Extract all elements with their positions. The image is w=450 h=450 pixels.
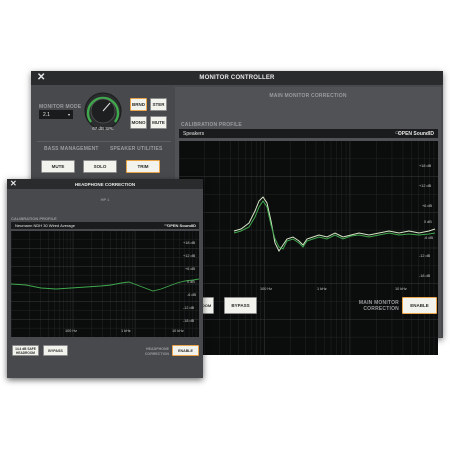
y-tick-label: +18 dB (419, 164, 432, 168)
calibration-profile-label: CALIBRATION PROFILE (181, 122, 242, 128)
hp-profile-value: Neumann NDH 30 Wired Average (15, 223, 75, 228)
window-title: MONITOR CONTROLLER (199, 75, 275, 81)
y-tick-label: -6 dB (424, 236, 434, 240)
utility-mute-button[interactable]: MUTE (41, 160, 75, 173)
headphone-correction-window: ✕ HEADPHONE CORRECTION HP 1 CALIBRATION … (7, 179, 203, 378)
knob-readout: 67 dB SPL (92, 126, 114, 131)
hp-y-tick-label: -12 dB (183, 306, 195, 310)
response-curve (10, 278, 200, 292)
hp-x-tick-label: 1 kHz (121, 329, 131, 333)
hp-frequency-response-graph (10, 231, 200, 337)
utility-trim-button[interactable]: TRIM (126, 160, 160, 173)
hp-calibration-profile-dropdown[interactable]: Neumann NDH 30 Wired Average ▭ OPEN Soun… (11, 222, 199, 229)
volume-knob[interactable] (84, 92, 122, 130)
profile-value: Speakers (183, 130, 205, 137)
monitor-mode-dropdown[interactable]: 2.1 ▾ (39, 110, 73, 119)
chevron-down-icon: ▾ (67, 112, 70, 117)
hp-bypass-button[interactable]: BYPASS (43, 345, 68, 356)
frequency-response-graph (178, 141, 438, 355)
hp-graph-grid (10, 231, 200, 337)
hp-section-title: HP 1 (100, 197, 110, 202)
hp-calibration-profile-label: CALIBRATION PROFILE (11, 216, 57, 221)
y-tick-label: -18 dB (419, 274, 431, 278)
x-tick-label: 1 kHz (317, 287, 327, 291)
headphone-titlebar: ✕ HEADPHONE CORRECTION (7, 179, 203, 189)
hp-y-tick-label: +6 dB (185, 267, 196, 271)
bypass-button[interactable]: BYPASS (224, 297, 257, 314)
graph-grid (178, 141, 438, 355)
open-soundid-link[interactable]: OPEN SoundID (398, 131, 434, 137)
safe-headroom-button[interactable]: 14.4 dB SAFE HEADROOM (12, 345, 39, 356)
response-curve (233, 200, 436, 250)
hp-y-tick-label: +12 dB (183, 254, 196, 258)
hp-correction-label: HEADPHONE CORRECTION (144, 347, 169, 356)
mute-button[interactable]: MUTE (150, 116, 167, 129)
y-tick-label: +6 dB (422, 204, 433, 208)
mono-button[interactable]: MONO (130, 116, 147, 129)
enable-button[interactable]: ENABLE (402, 297, 437, 314)
tab-speaker-utilities[interactable]: SPEAKER UTILITIES (110, 146, 163, 152)
monitor-controller-titlebar: ✕ MONITOR CONTROLLER (31, 71, 443, 85)
hp-y-tick-label: -18 dB (183, 319, 195, 323)
divider (37, 141, 171, 142)
brnd-button[interactable]: BRND (130, 98, 147, 111)
main-correction-label: MAIN MONITOR CORRECTION (358, 300, 399, 312)
calibration-profile-dropdown[interactable]: Speakers ▭ OPEN SoundID (179, 129, 438, 138)
x-tick-label: 10 kHz (395, 287, 407, 291)
y-tick-label: -12 dB (419, 254, 431, 258)
hp-y-tick-label: +18 dB (183, 241, 196, 245)
x-tick-label: 100 Hz (260, 287, 273, 291)
monitor-mode-value: 2.1 (43, 111, 50, 118)
knob-graphic (84, 92, 122, 130)
hp-x-tick-label: 10 kHz (172, 329, 184, 333)
safe-headroom-caption: HEADROOM (16, 350, 35, 355)
y-tick-label: +12 dB (419, 184, 432, 188)
ster-button[interactable]: STER (150, 98, 167, 111)
y-tick-label: 0 dB (424, 220, 432, 224)
section-title: MAIN MONITOR CORRECTION (269, 93, 347, 99)
hp-y-tick-label: 0 dB (187, 280, 195, 284)
hp-open-soundid-link[interactable]: OPEN SoundID (167, 223, 196, 228)
utility-solo-button[interactable]: SOLO (83, 160, 117, 173)
headphone-window-title: HEADPHONE CORRECTION (74, 182, 136, 187)
hp-enable-button[interactable]: ENABLE (172, 345, 199, 356)
hp-x-tick-label: 100 Hz (65, 329, 78, 333)
tab-bass-management[interactable]: BASS MANAGEMENT (44, 146, 99, 152)
response-curve (233, 196, 436, 252)
hp-y-tick-label: -6 dB (187, 293, 197, 297)
